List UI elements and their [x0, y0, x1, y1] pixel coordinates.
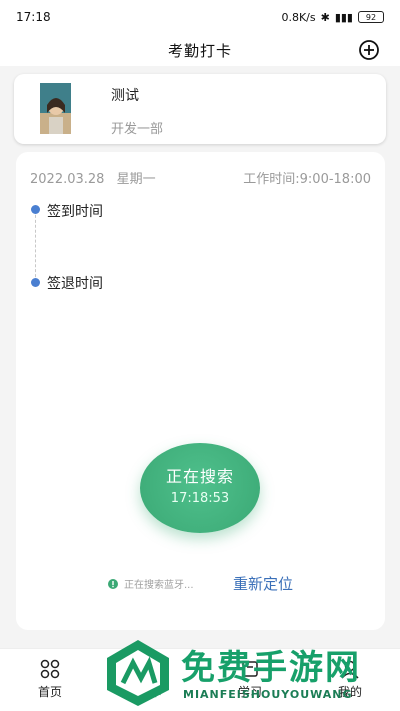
work-hours: 工作时间:9:00-18:00	[243, 172, 371, 187]
grid-icon	[40, 659, 60, 679]
clock-in-status: 正在搜索	[165, 467, 234, 486]
check-out-label: 签退时间	[47, 276, 103, 292]
watermark-subtitle: MIANFEISHOUYOUWANG	[183, 688, 353, 701]
status-indicators: 0.8K/s ✱ ▮▮▮ 92	[281, 11, 384, 24]
network-speed: 0.8K/s	[281, 10, 316, 24]
watermark-logo	[107, 640, 169, 706]
timeline-line	[35, 210, 36, 282]
attendance-weekday: 星期一	[116, 172, 156, 187]
watermark-title: 免费手游网	[181, 648, 361, 688]
status-bar: 17:18 0.8K/s ✱ ▮▮▮ 92	[0, 0, 400, 34]
clock-in-circle[interactable]	[140, 443, 260, 533]
add-icon[interactable]	[358, 39, 380, 61]
info-icon	[108, 578, 118, 589]
signal-icon: ▮▮▮	[334, 10, 353, 24]
profile-department: 开发一部	[111, 122, 164, 137]
watermark: 免费手游网 MIANFEISHOUYOUWANG	[103, 638, 393, 708]
status-time: 17:18	[16, 10, 51, 24]
bluetooth-hint: 正在搜索蓝牙...	[108, 576, 194, 591]
page-title: 考勤打卡	[167, 41, 232, 60]
clock-in-button[interactable]: 正在搜索 17:18:53	[140, 443, 260, 533]
relocate-button[interactable]: 重新定位	[233, 573, 293, 594]
date-info: 2022.03.28 星期一	[30, 168, 156, 187]
clock-in-time: 17:18:53	[170, 491, 230, 506]
bluetooth-icon: ✱	[320, 10, 330, 24]
tab-home[interactable]: 首页	[15, 659, 85, 700]
check-in-label: 签到时间	[47, 204, 103, 220]
avatar	[40, 83, 71, 134]
top-navbar: 考勤打卡	[0, 34, 400, 66]
check-out-dot	[31, 278, 40, 287]
profile-name: 测试	[111, 88, 139, 104]
check-in-dot	[31, 205, 40, 214]
hint-text: 正在搜索蓝牙...	[124, 580, 194, 591]
attendance-date: 2022.03.28	[30, 172, 105, 187]
attendance-card: 2022.03.28 星期一 工作时间:9:00-18:00 签到时间 签退时间…	[16, 152, 385, 630]
battery-icon: 92	[358, 11, 384, 23]
battery-level: 92	[365, 12, 377, 22]
tab-home-label: 首页	[37, 685, 62, 699]
profile-card[interactable]: 测试 开发一部	[14, 74, 386, 144]
date-row: 2022.03.28 星期一 工作时间:9:00-18:00	[30, 168, 371, 187]
